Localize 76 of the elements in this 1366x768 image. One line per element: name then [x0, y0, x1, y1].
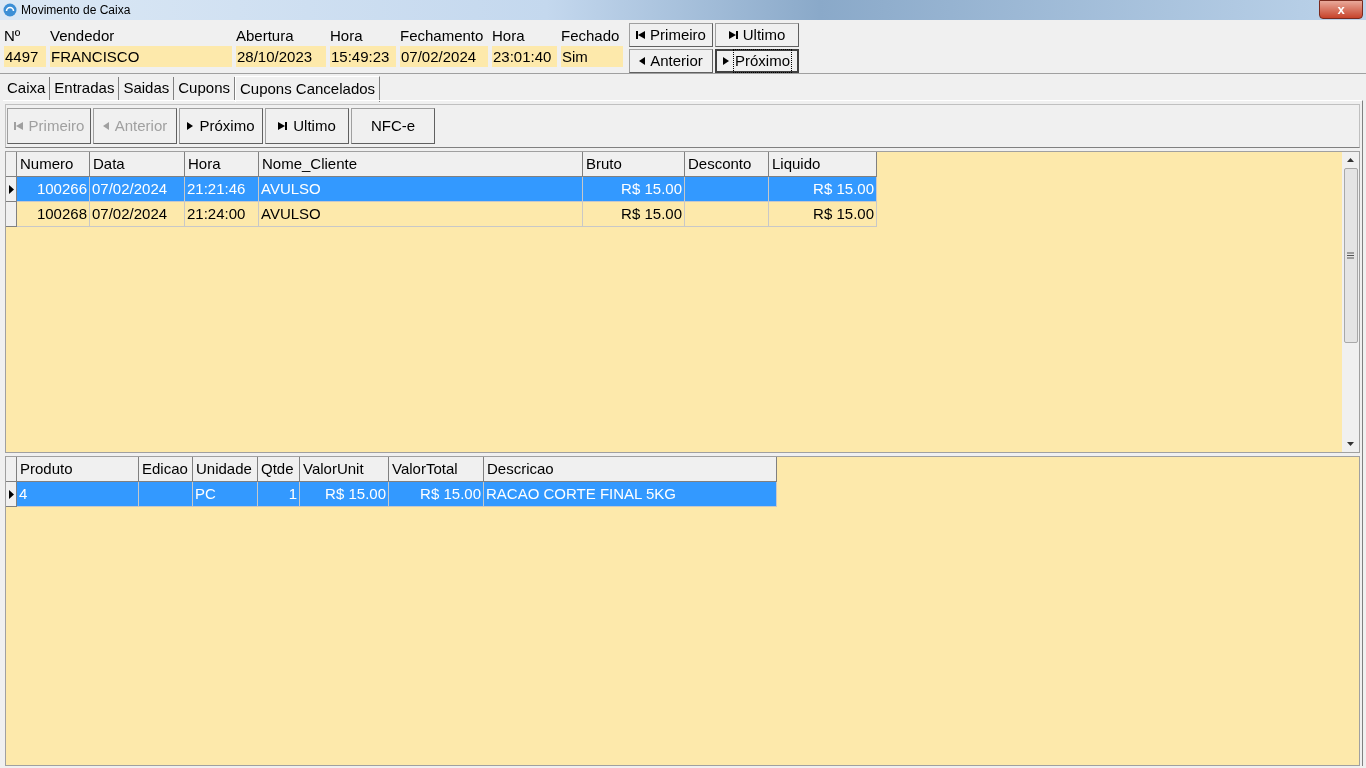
table-cell: R$ 15.00: [300, 482, 389, 507]
toolbar-button[interactable]: NFC-e: [351, 108, 435, 144]
tab[interactable]: Cupons Cancelados: [235, 76, 381, 102]
first-record-icon: [636, 31, 646, 39]
column-header[interactable]: Edicao: [139, 457, 193, 482]
table-cell: AVULSO: [259, 202, 583, 227]
record-nav-button[interactable]: Próximo: [715, 49, 799, 73]
toolbar-button[interactable]: Próximo: [179, 108, 263, 144]
column-header[interactable]: ValorUnit: [300, 457, 389, 482]
row-indicator: [6, 202, 17, 227]
first-record-icon: [13, 122, 23, 130]
table-cell: R$ 15.00: [769, 202, 877, 227]
column-header[interactable]: Bruto: [583, 152, 685, 177]
table-cell: 21:21:46: [185, 177, 259, 202]
row-indicator-header: [6, 457, 17, 482]
field-value: Sim: [561, 46, 623, 67]
scroll-thumb[interactable]: [1343, 168, 1358, 343]
column-header[interactable]: Numero: [17, 152, 90, 177]
table-cell: R$ 15.00: [583, 202, 685, 227]
field-value: 15:49:23: [330, 46, 396, 67]
window-title: Movimento de Caixa: [21, 2, 131, 19]
scroll-up-icon[interactable]: [1347, 158, 1354, 162]
column-header[interactable]: Qtde: [258, 457, 300, 482]
table-cell: PC: [193, 482, 258, 507]
record-nav-button[interactable]: Ultimo: [715, 23, 799, 47]
column-header[interactable]: Data: [90, 152, 185, 177]
previous-arrow-icon: [639, 57, 646, 65]
row-indicator-header: [6, 152, 17, 177]
table-cell: R$ 15.00: [583, 177, 685, 202]
field-value: 07/02/2024: [400, 46, 488, 67]
table-cell: AVULSO: [259, 177, 583, 202]
vertical-scrollbar[interactable]: [1342, 152, 1359, 452]
table-cell: [139, 482, 193, 507]
app-icon: [3, 3, 17, 17]
last-record-icon: [728, 31, 738, 39]
field-value: 4497: [4, 46, 46, 67]
grip-icon: [1347, 252, 1354, 259]
table-cell: 100268: [17, 202, 90, 227]
column-header[interactable]: ValorTotal: [389, 457, 484, 482]
next-arrow-icon: [187, 122, 194, 130]
field-label: Fechamento: [400, 26, 485, 46]
table-cell: 1: [258, 482, 300, 507]
table-cell: 21:24:00: [185, 202, 259, 227]
record-nav-button[interactable]: Anterior: [629, 49, 713, 73]
column-header[interactable]: Descricao: [484, 457, 777, 482]
table-cell: R$ 15.00: [389, 482, 484, 507]
field-value: FRANCISCO: [50, 46, 232, 67]
column-header[interactable]: Desconto: [685, 152, 769, 177]
column-header[interactable]: Hora: [185, 152, 259, 177]
field-value: 23:01:40: [492, 46, 557, 67]
current-row-icon: [8, 489, 14, 499]
field-label: Fechado: [561, 26, 621, 46]
previous-arrow-icon: [102, 122, 109, 130]
table-cell: 100266: [17, 177, 90, 202]
table-row[interactable]: 100268 07/02/2024 21:24:00 AVULSO R$ 15.00 R$ 15.00: [6, 202, 1342, 227]
field-label: Hora: [492, 26, 526, 46]
toolbar-button[interactable]: Ultimo: [265, 108, 349, 144]
field-label: Nº: [4, 26, 22, 46]
column-header[interactable]: Produto: [17, 457, 139, 482]
column-header[interactable]: Unidade: [193, 457, 258, 482]
record-nav-button[interactable]: Primeiro: [629, 23, 713, 47]
table-cell: 4: [17, 482, 139, 507]
column-header[interactable]: Liquido: [769, 152, 877, 177]
table-cell: 07/02/2024: [90, 177, 185, 202]
last-record-icon: [278, 122, 288, 130]
column-header[interactable]: Nome_Cliente: [259, 152, 583, 177]
current-row-icon: [8, 184, 14, 194]
scroll-down-icon[interactable]: [1347, 442, 1354, 446]
field-label: Abertura: [236, 26, 295, 46]
field-value: 28/10/2023: [236, 46, 326, 67]
field-label: Vendedor: [50, 26, 116, 46]
field-label: Hora: [330, 26, 364, 46]
table-cell: R$ 15.00: [769, 177, 877, 202]
table-cell: 07/02/2024: [90, 202, 185, 227]
table-cell: RACAO CORTE FINAL 5KG: [484, 482, 777, 507]
next-arrow-icon: [723, 57, 729, 65]
